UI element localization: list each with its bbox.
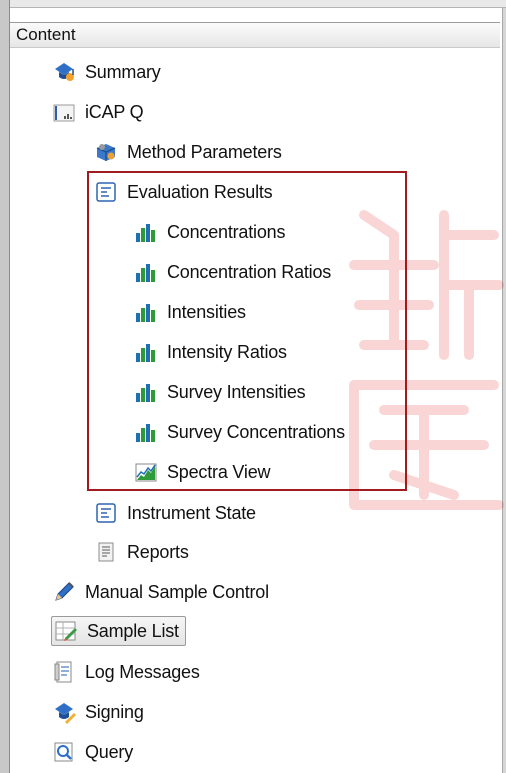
- tree-item-query[interactable]: Query: [52, 737, 133, 767]
- tree-item-intensities[interactable]: Intensities: [134, 297, 246, 327]
- bar-chart-icon: [136, 384, 155, 402]
- reports-icon: [98, 542, 114, 562]
- instrument-state-icon: [96, 503, 116, 523]
- content-header-label: Content: [16, 25, 76, 44]
- left-frame-edge: [9, 0, 10, 773]
- survey-intensities-label: Survey Intensities: [167, 381, 306, 402]
- tree-item-signing[interactable]: Signing: [52, 697, 144, 727]
- log-messages-icon: [54, 661, 72, 683]
- summary-label: Summary: [85, 61, 161, 82]
- query-icon: [54, 742, 73, 762]
- method-parameters-icon: [96, 144, 116, 161]
- spectra-view-label: Spectra View: [167, 461, 271, 482]
- evaluation-results-label: Evaluation Results: [127, 181, 273, 202]
- window-top-border: [0, 0, 506, 8]
- signing-icon: [55, 703, 76, 724]
- tree-item-evaluation-results[interactable]: Evaluation Results: [94, 177, 273, 207]
- summary-icon: [55, 63, 74, 81]
- right-frame: [502, 8, 506, 773]
- sample-list-label: Sample List: [87, 620, 179, 641]
- tree-item-manual-sample-control[interactable]: Manual Sample Control: [52, 577, 269, 607]
- spectra-view-icon: [135, 463, 157, 482]
- query-label: Query: [85, 741, 134, 762]
- pencil-icon: [55, 582, 74, 601]
- tree-item-method-parameters[interactable]: Method Parameters: [94, 137, 282, 167]
- tree-item-log-messages[interactable]: Log Messages: [52, 657, 200, 687]
- tree-item-instrument-state[interactable]: Instrument State: [94, 498, 256, 528]
- concentration-ratios-label: Concentration Ratios: [167, 261, 332, 282]
- tree-item-survey-intensities[interactable]: Survey Intensities: [134, 377, 306, 407]
- sample-list-icon: [55, 621, 77, 641]
- tree-item-spectra-view[interactable]: Spectra View: [134, 457, 271, 487]
- signing-label: Signing: [85, 701, 144, 722]
- method-parameters-label: Method Parameters: [127, 141, 282, 162]
- tree-item-icap-q[interactable]: iCAP Q: [52, 97, 144, 127]
- concentrations-label: Concentrations: [167, 221, 286, 242]
- tree-item-sample-list[interactable]: Sample List: [51, 616, 186, 646]
- intensity-ratios-label: Intensity Ratios: [167, 341, 287, 362]
- tree-item-intensity-ratios[interactable]: Intensity Ratios: [134, 337, 287, 367]
- instrument-icon: [53, 104, 75, 122]
- tree-item-reports[interactable]: Reports: [94, 537, 189, 567]
- tree-item-concentrations[interactable]: Concentrations: [134, 217, 285, 247]
- bar-chart-icon: [136, 424, 155, 442]
- bar-chart-icon: [136, 264, 155, 282]
- tree-item-survey-concentrations[interactable]: Survey Concentrations: [134, 417, 345, 447]
- reports-label: Reports: [127, 541, 189, 562]
- survey-concentrations-label: Survey Concentrations: [167, 421, 345, 442]
- tree-item-concentration-ratios[interactable]: Concentration Ratios: [134, 257, 331, 287]
- icap-q-label: iCAP Q: [85, 101, 144, 122]
- bar-chart-icon: [136, 224, 155, 242]
- evaluation-results-icon: [96, 182, 116, 202]
- intensities-label: Intensities: [167, 301, 246, 322]
- instrument-state-label: Instrument State: [127, 502, 256, 523]
- left-frame: [0, 0, 9, 773]
- bar-chart-icon: [136, 304, 155, 322]
- manual-sample-control-label: Manual Sample Control: [85, 581, 269, 602]
- bar-chart-icon: [136, 344, 155, 362]
- tree-item-summary[interactable]: Summary: [52, 57, 161, 87]
- log-messages-label: Log Messages: [85, 661, 200, 682]
- content-panel-header: Content: [10, 22, 500, 48]
